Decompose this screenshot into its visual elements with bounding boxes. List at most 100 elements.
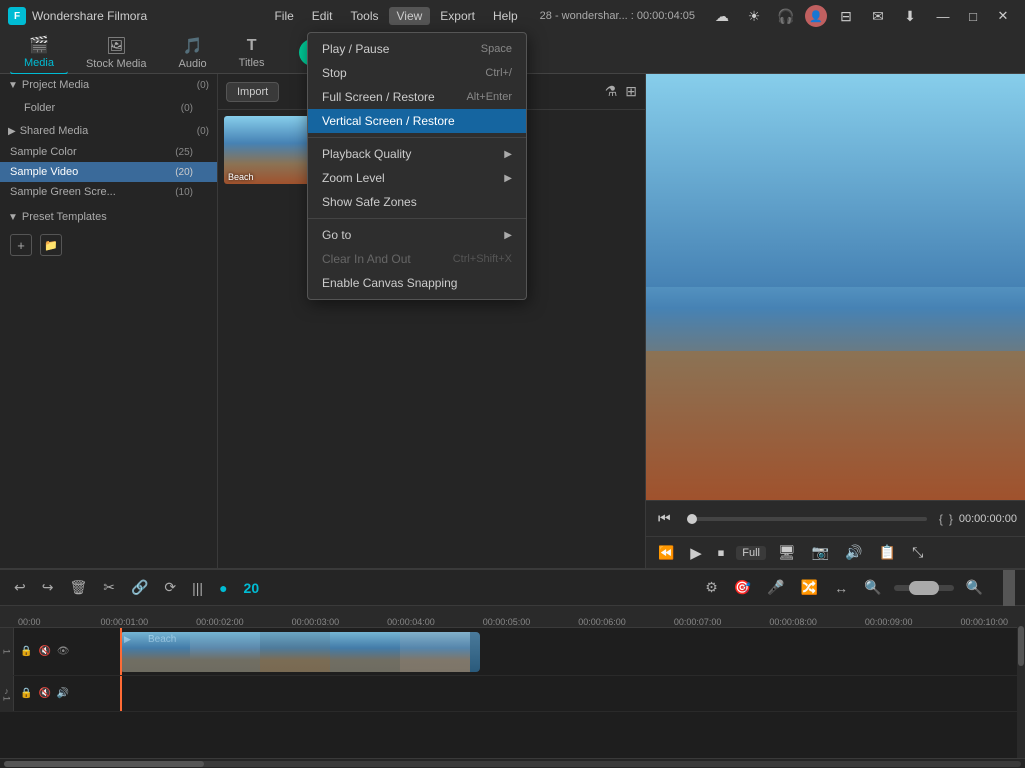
maximize-button[interactable]: □	[959, 5, 987, 27]
ruler-mark-8: 00:00:08:00	[769, 617, 817, 627]
cut-button[interactable]: ✂	[99, 577, 119, 598]
sample-green-item[interactable]: Sample Green Scre... (10)	[0, 182, 217, 202]
menu-fullscreen[interactable]: Full Screen / Restore Alt+Enter	[308, 85, 526, 109]
scroll-thumb[interactable]	[1018, 626, 1024, 666]
titlebar-icons: ☁ ☀ 🎧 👤 ⊟ ✉ ⬇	[709, 5, 923, 27]
menu-stop[interactable]: Stop Ctrl+/	[308, 61, 526, 85]
shared-media-header[interactable]: ▶ Shared Media (0)	[0, 120, 217, 142]
menu-bar: File Edit Tools View Export Help	[266, 7, 525, 25]
sun-icon[interactable]: ☀	[741, 5, 767, 27]
settings-icon[interactable]: ⚙	[701, 577, 722, 598]
menu-view[interactable]: View	[389, 7, 431, 25]
h-scroll-thumb[interactable]	[4, 761, 204, 767]
prev-btn[interactable]: ⏪	[654, 543, 678, 563]
progress-handle[interactable]	[687, 514, 697, 524]
menu-safe-zones[interactable]: Show Safe Zones	[308, 190, 526, 214]
view-menu: Play / Pause Space Stop Ctrl+/ Full Scre…	[307, 32, 527, 300]
redo-button[interactable]: ↪	[38, 577, 58, 598]
close-button[interactable]: ✕	[989, 5, 1017, 27]
link-button[interactable]: 🔗	[127, 577, 152, 598]
mic-icon[interactable]: 🎤	[763, 577, 788, 598]
sample-video-item[interactable]: Sample Video (20)	[0, 162, 217, 182]
filter-icon[interactable]: ⚗	[605, 83, 618, 100]
menu-zoom-level[interactable]: Zoom Level ▶	[308, 166, 526, 190]
import-button[interactable]: Import	[226, 82, 279, 102]
tab-audio[interactable]: 🎵 Audio	[165, 32, 221, 74]
folder-item[interactable]: Folder (0)	[0, 98, 217, 118]
go-to-arrow: ▶	[504, 230, 512, 241]
zoom-slider[interactable]	[894, 585, 954, 591]
timeline-right-handle	[1003, 570, 1015, 606]
menu-playback-quality[interactable]: Playback Quality ▶	[308, 142, 526, 166]
win-controls: — □ ✕	[929, 5, 1017, 27]
menu-export[interactable]: Export	[432, 7, 483, 25]
timeline-content: 00:00 00:00:01:00 00:00:02:00 00:00:03:0…	[0, 606, 1025, 758]
tab-stock-media[interactable]: 🖼 Stock Media	[72, 32, 161, 74]
fit-icon[interactable]: ↔	[830, 578, 852, 598]
add-preset-button[interactable]: +	[10, 234, 32, 256]
bookmark-icon[interactable]: ⊟	[833, 5, 859, 27]
quality-button[interactable]: Full	[736, 546, 766, 560]
eye-icon[interactable]: 👁	[57, 646, 70, 657]
timeline: ↩ ↪ 🗑 ✂ 🔗 ⟳ ||| ● 20 ⚙ 🎯 🎤 🔀 ↔ 🔍 🔍	[0, 568, 1025, 768]
audio-vol-icon[interactable]: 🔊	[57, 688, 69, 699]
transition-icon[interactable]: 🔀	[797, 577, 822, 598]
clip-thumb-1	[120, 632, 190, 672]
vertical-scrollbar[interactable]	[1017, 606, 1025, 758]
horizontal-scrollbar[interactable]	[0, 758, 1025, 768]
sample-color-item[interactable]: Sample Color (25)	[0, 142, 217, 162]
track-number-1: 1	[2, 649, 12, 654]
beach-clip[interactable]: ▶ Beach	[120, 632, 480, 672]
app-icon: F	[8, 7, 26, 25]
delete-button[interactable]: 🗑	[65, 577, 91, 598]
audio-icon[interactable]: 🔊	[841, 542, 866, 563]
mail-icon[interactable]: ✉	[865, 5, 891, 27]
shared-media-arrow: ▶	[8, 126, 16, 137]
marker-icon[interactable]: 🎯	[730, 577, 755, 598]
tab-media[interactable]: 🎬 Media	[10, 31, 68, 75]
screenshot-icon[interactable]: 📷	[808, 542, 833, 563]
menu-play-pause[interactable]: Play / Pause Space	[308, 37, 526, 61]
avatar-icon[interactable]: 👤	[805, 5, 827, 27]
lock-icon[interactable]: 🔒	[20, 646, 32, 657]
menu-tools[interactable]: Tools	[342, 7, 386, 25]
headset-icon[interactable]: 🎧	[773, 5, 799, 27]
menu-canvas-snapping[interactable]: Enable Canvas Snapping	[308, 271, 526, 295]
project-media-header[interactable]: ▼ Project Media (0)	[0, 74, 217, 96]
menu-clear-in-out: Clear In And Out Ctrl+Shift+X	[308, 247, 526, 271]
zoom-out-icon[interactable]: 🔍	[860, 577, 885, 598]
menu-file[interactable]: File	[266, 7, 301, 25]
cloud-icon[interactable]: ☁	[709, 5, 735, 27]
zoom-in-icon[interactable]: 🔍	[962, 577, 987, 598]
titles-tab-icon: T	[247, 37, 257, 55]
grid-view-icon[interactable]: ⊞	[625, 83, 637, 100]
copy-icon[interactable]: 📋	[875, 542, 900, 563]
clip-thumbnails	[120, 632, 470, 672]
download-icon[interactable]: ⬇	[897, 5, 923, 27]
stop-btn[interactable]: ⏹	[714, 543, 729, 563]
play-btn[interactable]: ▶	[686, 542, 706, 564]
preset-templates-header[interactable]: ▼ Preset Templates	[0, 206, 217, 228]
progress-bar[interactable]	[687, 517, 927, 521]
open-brace: {	[939, 512, 943, 526]
minimize-button[interactable]: —	[929, 5, 957, 27]
menu-help[interactable]: Help	[485, 7, 526, 25]
tab-titles[interactable]: T Titles	[225, 33, 279, 73]
mute-icon[interactable]: 🔇	[38, 646, 50, 657]
audio-lock-icon[interactable]: 🔒	[20, 688, 32, 699]
tab-stock-label: Stock Media	[86, 58, 147, 70]
audio-stretch-button[interactable]: ⟳	[160, 577, 180, 598]
menu-go-to[interactable]: Go to ▶	[308, 223, 526, 247]
monitor-icon[interactable]: 🖥	[774, 542, 800, 563]
fullscreen-label: Full Screen / Restore	[322, 90, 435, 104]
audio-mute-icon[interactable]: 🔇	[38, 688, 50, 699]
menu-vertical-screen[interactable]: Vertical Screen / Restore	[308, 109, 526, 133]
menu-edit[interactable]: Edit	[304, 7, 341, 25]
speed-button[interactable]: 20	[240, 578, 264, 598]
prev-frame-button[interactable]: ⏮	[654, 508, 675, 529]
undo-button[interactable]: ↩	[10, 577, 30, 598]
expand-icon[interactable]: ⤡	[908, 542, 927, 563]
folder-preset-button[interactable]: 📁	[40, 234, 62, 256]
record-button[interactable]: ●	[215, 578, 231, 598]
split-button[interactable]: |||	[188, 578, 207, 598]
